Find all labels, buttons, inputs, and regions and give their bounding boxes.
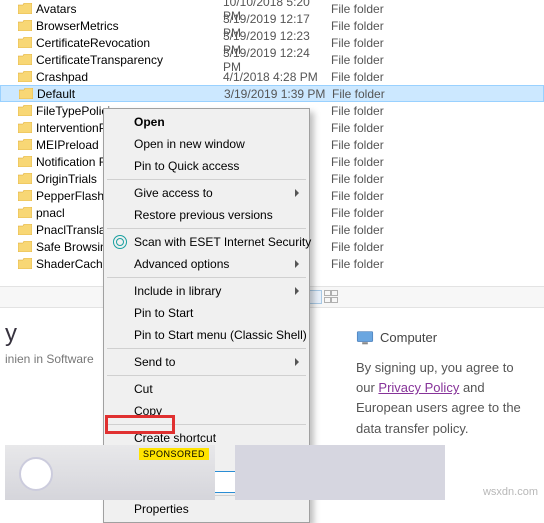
file-type: File folder xyxy=(331,206,421,220)
view-large-icons-icon[interactable] xyxy=(324,290,340,304)
folder-name: MEIPreload xyxy=(36,138,99,152)
folder-icon xyxy=(18,54,32,65)
list-item[interactable]: Crashpad 4/1/2018 4:28 PM File folder xyxy=(0,68,544,85)
date-modified: 4/1/2018 4:28 PM xyxy=(223,70,331,84)
file-type: File folder xyxy=(331,70,421,84)
folder-icon xyxy=(18,20,32,31)
file-type: File folder xyxy=(331,19,421,33)
folder-icon xyxy=(18,122,32,133)
ad-banner[interactable] xyxy=(235,445,445,500)
file-type: File folder xyxy=(331,36,421,50)
folder-name: OriginTrials xyxy=(36,172,97,186)
folder-name: Crashpad xyxy=(36,70,88,84)
folder-name: ShaderCache xyxy=(36,257,109,271)
folder-name: CertificateRevocation xyxy=(36,36,150,50)
menu-open[interactable]: Open xyxy=(106,111,307,133)
menu-separator xyxy=(107,228,306,229)
menu-separator xyxy=(107,179,306,180)
file-type: File folder xyxy=(331,53,421,67)
submenu-arrow-icon xyxy=(295,260,299,268)
menu-pin-quick-access[interactable]: Pin to Quick access xyxy=(106,155,307,177)
submenu-arrow-icon xyxy=(295,189,299,197)
menu-advanced-options[interactable]: Advanced options xyxy=(106,253,307,275)
folder-icon xyxy=(18,224,32,235)
menu-eset-scan[interactable]: Scan with ESET Internet Security xyxy=(106,231,307,253)
folder-icon xyxy=(18,37,32,48)
file-type: File folder xyxy=(331,2,421,16)
file-type: File folder xyxy=(331,155,421,169)
menu-properties[interactable]: Properties xyxy=(106,498,307,520)
folder-name: CertificateTransparency xyxy=(36,53,163,67)
folder-icon xyxy=(18,139,32,150)
menu-give-access-to[interactable]: Give access to xyxy=(106,182,307,204)
date-modified: 3/19/2019 1:39 PM xyxy=(224,87,332,101)
file-type: File folder xyxy=(331,189,421,203)
folder-name: PepperFlash xyxy=(36,189,104,203)
heading-fragment: y xyxy=(5,320,330,348)
menu-open-new-window[interactable]: Open in new window xyxy=(106,133,307,155)
file-type: File folder xyxy=(331,257,421,271)
file-type: File folder xyxy=(331,172,421,186)
privacy-policy-link[interactable]: Privacy Policy xyxy=(378,380,459,395)
file-type: File folder xyxy=(331,104,421,118)
folder-icon xyxy=(18,156,32,167)
folder-name: pnacl xyxy=(36,206,65,220)
ad-strip: SPONSORED xyxy=(0,445,544,500)
ad-banner[interactable]: SPONSORED xyxy=(5,445,215,500)
folder-name: Avatars xyxy=(36,2,76,16)
folder-name: BrowserMetrics xyxy=(36,19,119,33)
computer-label: Computer xyxy=(356,328,522,348)
file-type: File folder xyxy=(331,223,421,237)
list-item-selected[interactable]: Default 3/19/2019 1:39 PM File folder xyxy=(0,85,544,102)
folder-name: Default xyxy=(37,87,75,101)
folder-icon xyxy=(18,190,32,201)
menu-restore-versions[interactable]: Restore previous versions xyxy=(106,204,307,226)
file-type: File folder xyxy=(331,138,421,152)
watermark: wsxdn.com xyxy=(483,486,538,498)
folder-icon xyxy=(18,105,32,116)
menu-include-library[interactable]: Include in library xyxy=(106,280,307,302)
subtitle-text: inien in Software xyxy=(5,352,330,366)
file-type: File folder xyxy=(331,240,421,254)
monitor-icon xyxy=(356,331,374,345)
menu-separator xyxy=(107,277,306,278)
file-type: File folder xyxy=(332,87,422,101)
folder-icon xyxy=(18,207,32,218)
folder-icon xyxy=(18,71,32,82)
eset-icon xyxy=(113,235,127,249)
page-footer: y inien in Software Computer By signing … xyxy=(0,310,544,457)
submenu-arrow-icon xyxy=(295,287,299,295)
clock-icon xyxy=(19,457,53,491)
folder-icon xyxy=(18,3,32,14)
folder-icon xyxy=(18,258,32,269)
list-item[interactable]: CertificateTransparency 3/19/2019 12:24 … xyxy=(0,51,544,68)
folder-icon xyxy=(18,173,32,184)
folder-icon xyxy=(19,88,33,99)
folder-icon xyxy=(18,241,32,252)
sponsored-badge: SPONSORED xyxy=(139,448,209,460)
file-type: File folder xyxy=(331,121,421,135)
folder-name: Safe Browsing xyxy=(36,240,113,254)
